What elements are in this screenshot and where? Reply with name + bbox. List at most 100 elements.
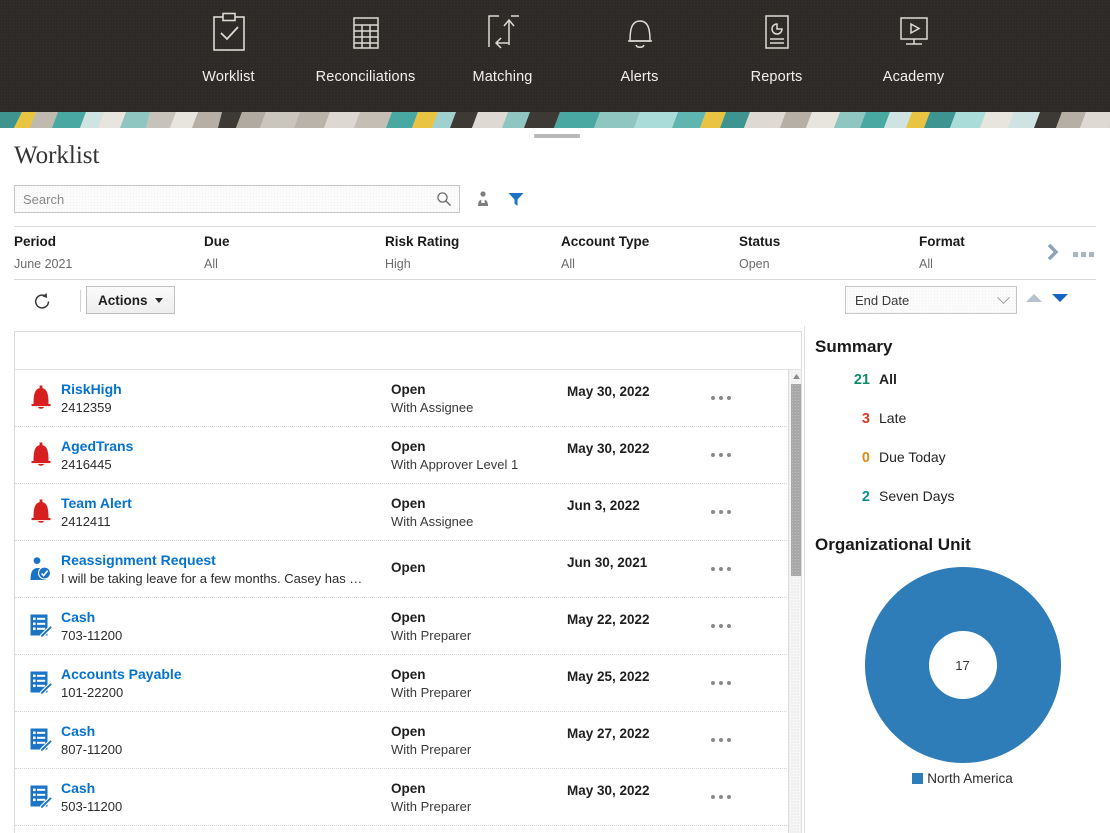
sort-ascending-icon[interactable] [1025, 291, 1043, 310]
row-status-cell: Open With Preparer [391, 724, 567, 757]
summary-panel: Summary 21 All 3 Late 0 Due Today 2 Seven Days … [804, 326, 1110, 833]
reconciliation-icon [15, 727, 61, 753]
row-title-link[interactable]: Cash [61, 609, 391, 625]
reconciliation-icon [15, 613, 61, 639]
table-row[interactable]: Cash 703-11200 Open With Preparer May 22, 20… [15, 598, 801, 655]
table-row[interactable]: AgedTrans 2416445 Open With Approver Level … [15, 427, 801, 484]
nav-item-label: Worklist [202, 69, 255, 85]
row-status-detail: With Assignee [391, 513, 474, 529]
chevron-down-icon [154, 297, 163, 303]
nav-item-academy[interactable]: Academy [845, 0, 982, 85]
summary-list: 21 All 3 Late 0 Due Today 2 Seven Days [815, 371, 1110, 527]
table-row[interactable]: Accounts Payable 101-22200 Open With Prepar… [15, 655, 801, 712]
row-overflow-menu-icon[interactable] [703, 567, 801, 571]
chevron-right-icon[interactable] [1045, 241, 1061, 268]
panel-drag-handle[interactable] [534, 134, 580, 138]
row-title-link[interactable]: RiskHigh [61, 381, 391, 397]
table-row[interactable]: RiskHigh 2412359 Open With Assignee May 30, … [15, 370, 801, 427]
row-overflow-menu-icon[interactable] [703, 453, 801, 457]
row-status-cell: Open With Preparer [391, 667, 567, 700]
arrows-exchange-icon [479, 9, 527, 57]
row-status-detail: With Preparer [391, 741, 472, 757]
filter-value: High [385, 257, 411, 271]
filter-due[interactable]: Due All [204, 234, 230, 271]
row-primary-cell: Accounts Payable 101-22200 [61, 666, 391, 700]
table-row[interactable]: Cash 503-11200 Open With Preparer May 30, 20… [15, 769, 801, 826]
clipboard-check-icon [205, 9, 253, 57]
summary-item-late[interactable]: 3 Late [815, 410, 1110, 449]
legend-swatch [912, 773, 924, 784]
sort-field-select[interactable]: End Date [845, 286, 1017, 314]
row-primary-cell: Cash 703-11200 [61, 609, 391, 643]
filter-status[interactable]: Status Open [739, 234, 780, 271]
row-status-detail: With Preparer [391, 798, 472, 814]
scrollbar-thumb[interactable] [791, 384, 801, 576]
reconciliation-icon [15, 670, 61, 696]
row-overflow-menu-icon[interactable] [703, 681, 801, 685]
actions-button[interactable]: Actions [86, 286, 175, 314]
worklist-vertical-scrollbar[interactable] [788, 370, 802, 833]
row-subtitle: 2412359 [61, 400, 112, 415]
filter-period[interactable]: Period June 2021 [14, 234, 72, 271]
filter-risk-rating[interactable]: Risk Rating High [385, 234, 459, 271]
filter-label: Period [14, 234, 57, 249]
scroll-up-arrow-icon[interactable] [789, 370, 803, 382]
row-status-detail: With Assignee [391, 399, 474, 415]
table-row[interactable]: Reassignment Request I will be taking lea… [15, 541, 801, 598]
red-bell-icon [15, 385, 61, 411]
filter-account-type[interactable]: Account Type All [561, 234, 649, 271]
nav-item-reports[interactable]: Reports [708, 0, 845, 85]
search-box[interactable] [14, 185, 460, 213]
filter-format[interactable]: Format All [919, 234, 965, 271]
row-overflow-menu-icon[interactable] [703, 510, 801, 514]
row-title-link[interactable]: Cash [61, 780, 391, 796]
filter-label: Account Type [561, 234, 650, 249]
row-status-detail: With Approver Level 1 [391, 456, 519, 472]
search-input[interactable] [15, 187, 425, 211]
nav-item-label: Alerts [620, 69, 659, 85]
worklist-row-container: RiskHigh 2412359 Open With Assignee May 30, … [15, 370, 801, 826]
summary-count: 21 [853, 372, 870, 388]
row-status: Open [391, 609, 426, 625]
table-row[interactable]: Team Alert 2412411 Open With Assignee Jun 3,… [15, 484, 801, 541]
table-grid-icon [342, 9, 390, 57]
refresh-icon[interactable] [33, 292, 52, 316]
row-status-cell: Open With Preparer [391, 610, 567, 643]
donut-legend: North America [815, 771, 1110, 786]
nav-item-reconciliations[interactable]: Reconciliations [297, 0, 434, 85]
summary-item-due-today[interactable]: 0 Due Today [815, 449, 1110, 488]
nav-item-alerts[interactable]: Alerts [571, 0, 708, 85]
row-title-link[interactable]: Team Alert [61, 495, 391, 511]
filter-label: Risk Rating [385, 234, 460, 249]
funnel-filter-icon[interactable] [506, 188, 526, 210]
sort-descending-icon[interactable] [1051, 291, 1069, 310]
row-overflow-menu-icon[interactable] [703, 738, 801, 742]
summary-heading: Summary [815, 337, 893, 356]
row-title-link[interactable]: Accounts Payable [61, 666, 391, 682]
row-due-date: May 22, 2022 [567, 612, 650, 627]
row-due-date: Jun 3, 2022 [567, 498, 640, 513]
filter-overflow-menu-icon[interactable] [1073, 252, 1094, 257]
summary-label: Seven Days [879, 488, 955, 504]
search-icon[interactable] [436, 191, 452, 212]
sort-controls: End Date [845, 286, 1069, 314]
nav-item-worklist[interactable]: Worklist [160, 0, 297, 85]
organizational-unit-donut-chart[interactable]: 17 [815, 565, 1110, 765]
row-title-link[interactable]: AgedTrans [61, 438, 391, 454]
summary-item-seven-days[interactable]: 2 Seven Days [815, 488, 1110, 527]
row-due-date: May 25, 2022 [567, 669, 650, 684]
row-overflow-menu-icon[interactable] [703, 795, 801, 799]
summary-item-all[interactable]: 21 All [815, 371, 1110, 410]
nav-item-matching[interactable]: Matching [434, 0, 571, 85]
row-status-cell: Open [391, 560, 567, 578]
row-title-link[interactable]: Reassignment Request [61, 552, 391, 568]
row-title-link[interactable]: Cash [61, 723, 391, 739]
row-status-cell: Open With Assignee [391, 382, 567, 415]
person-icon[interactable] [473, 188, 493, 210]
row-overflow-menu-icon[interactable] [703, 396, 801, 400]
row-overflow-menu-icon[interactable] [703, 624, 801, 628]
table-row[interactable]: Cash 807-11200 Open With Preparer May 27, 20… [15, 712, 801, 769]
row-status-cell: Open With Approver Level 1 [391, 439, 567, 472]
row-status: Open [391, 438, 426, 454]
worklist-table: RiskHigh 2412359 Open With Assignee May 30, … [14, 331, 802, 833]
